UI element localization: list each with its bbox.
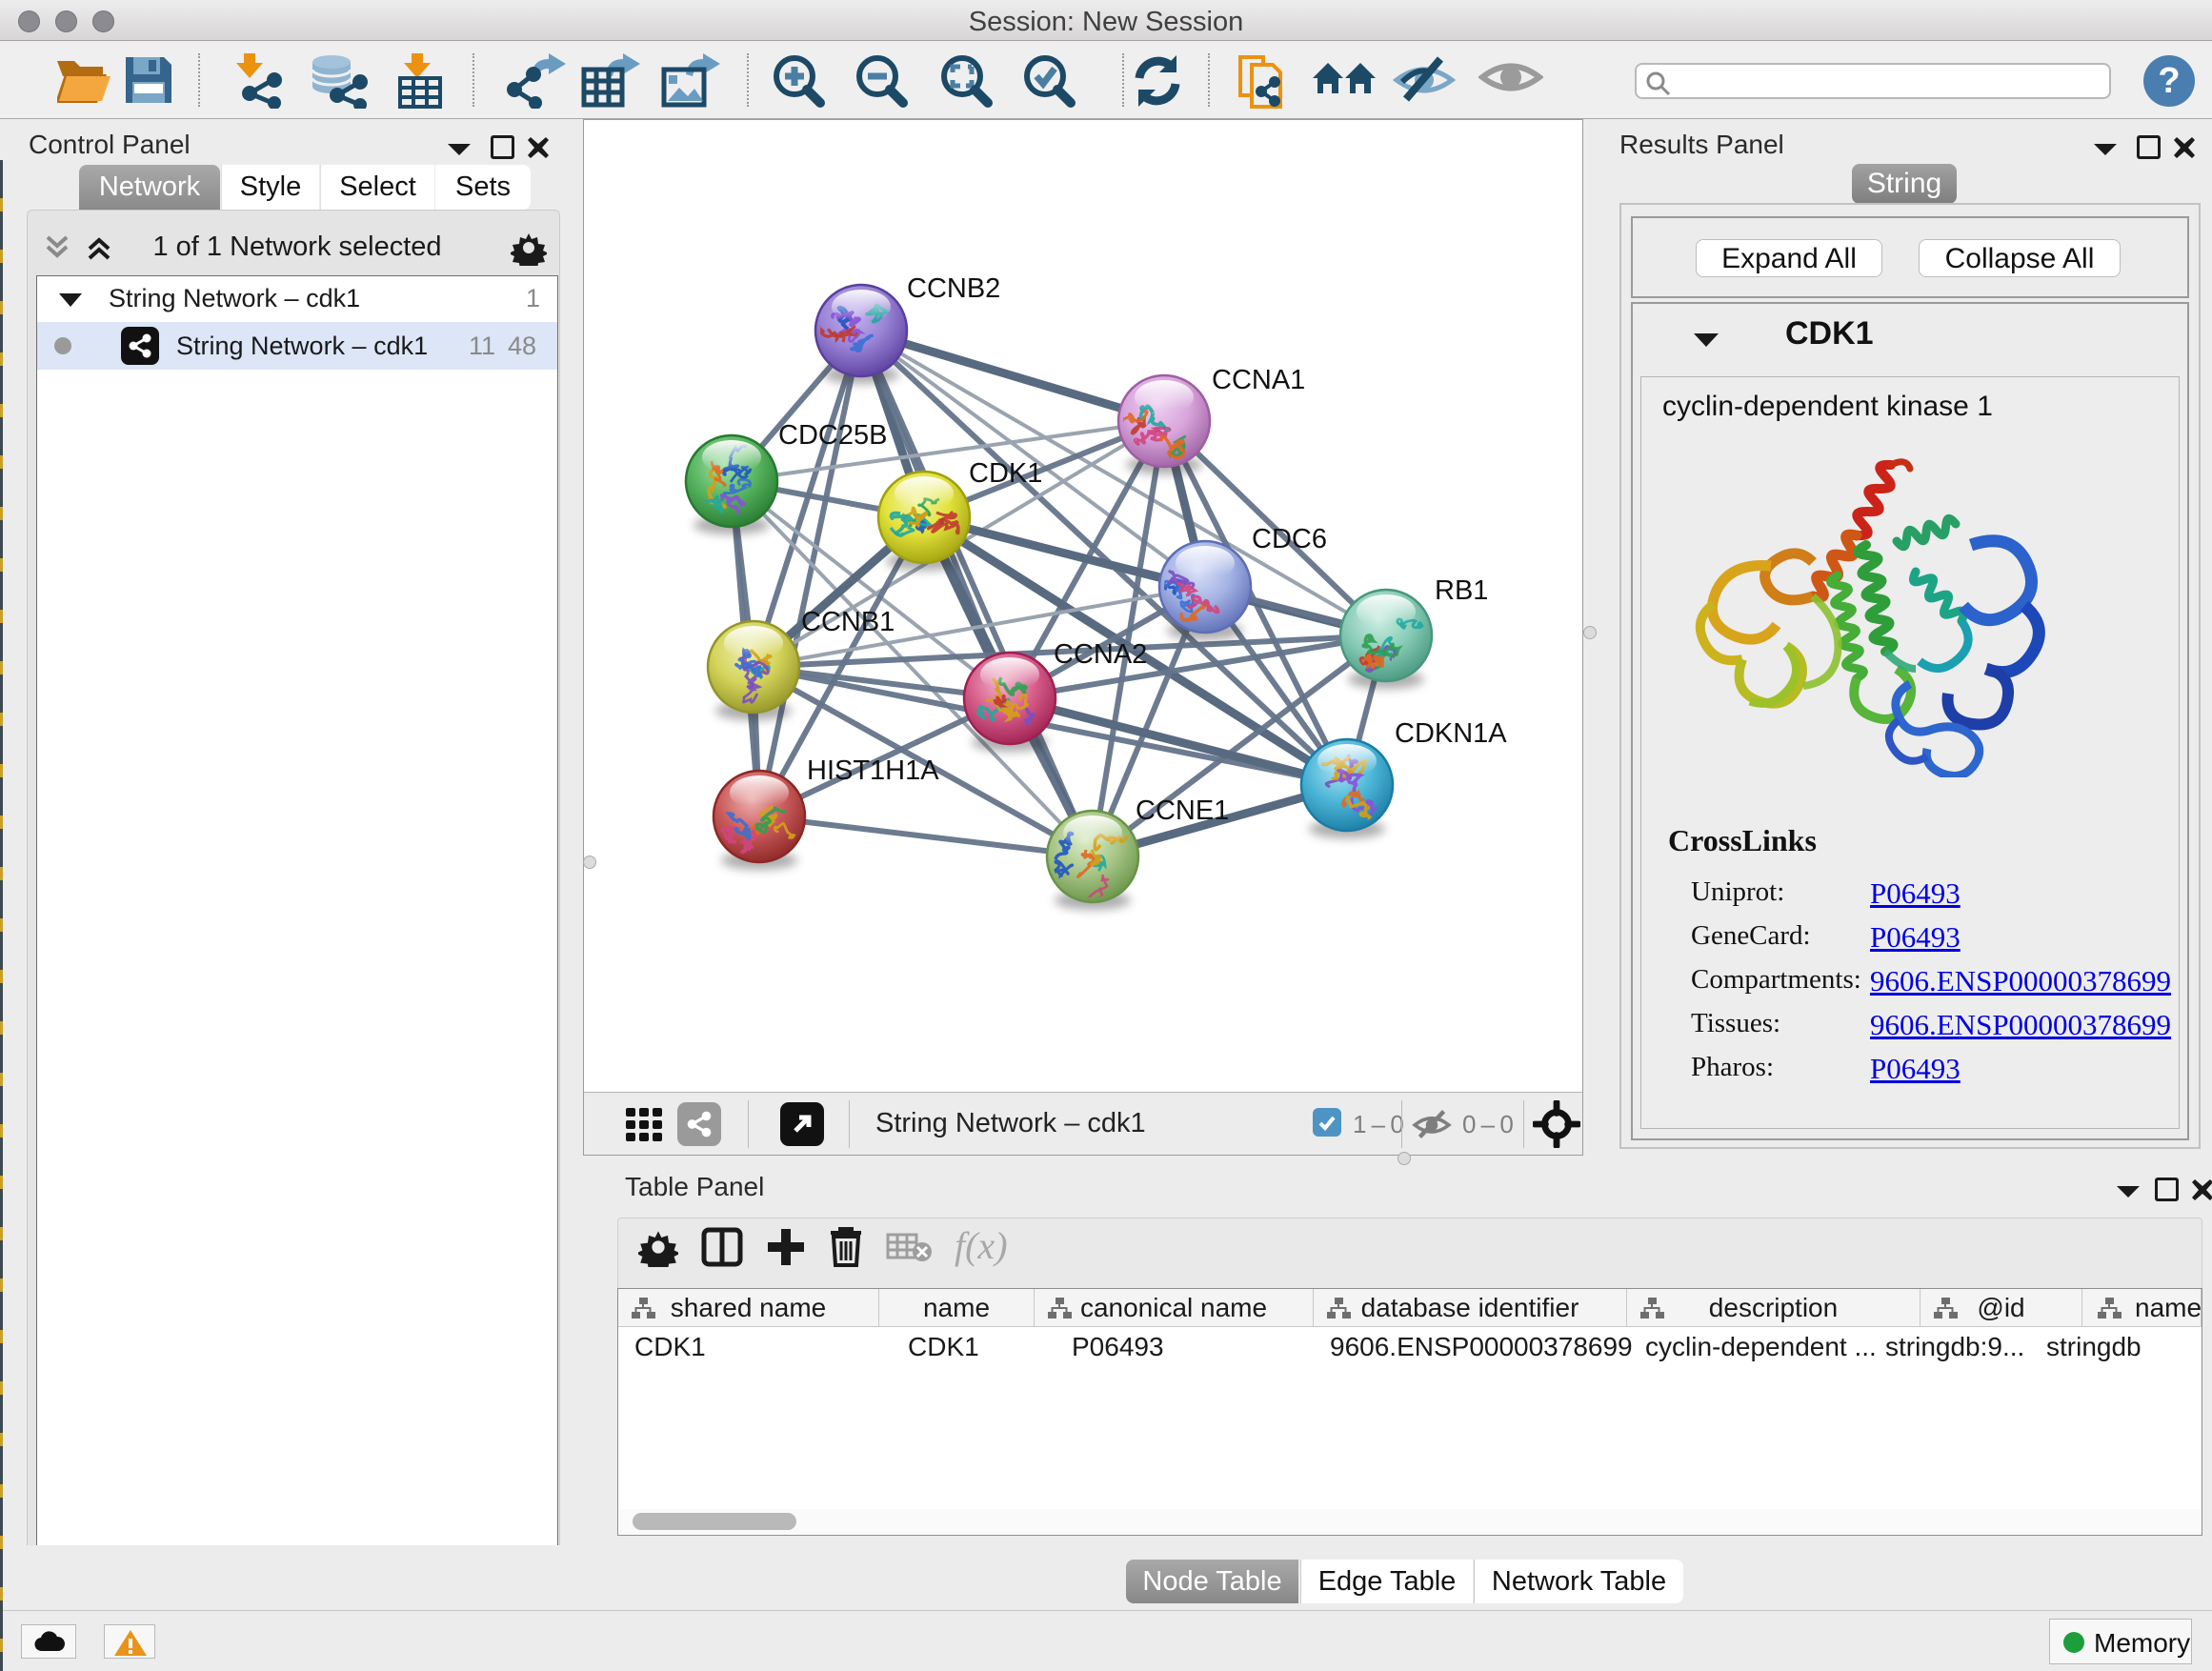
svg-text:CCNA2: CCNA2 — [1054, 639, 1147, 670]
svg-text:CCNE1: CCNE1 — [1136, 795, 1229, 826]
svg-text:CCNB1: CCNB1 — [801, 607, 895, 637]
svg-text:CDC6: CDC6 — [1252, 524, 1327, 554]
svg-text:RB1: RB1 — [1435, 575, 1488, 606]
svg-text:CDKN1A: CDKN1A — [1395, 718, 1507, 749]
svg-text:HIST1H1A: HIST1H1A — [807, 755, 939, 786]
svg-text:CDC25B: CDC25B — [778, 420, 887, 451]
svg-text:?: ? — [2158, 61, 2180, 101]
svg-text:CCNA1: CCNA1 — [1212, 365, 1305, 395]
svg-text:CDK1: CDK1 — [969, 458, 1042, 489]
svg-text:CCNB2: CCNB2 — [907, 273, 1000, 304]
